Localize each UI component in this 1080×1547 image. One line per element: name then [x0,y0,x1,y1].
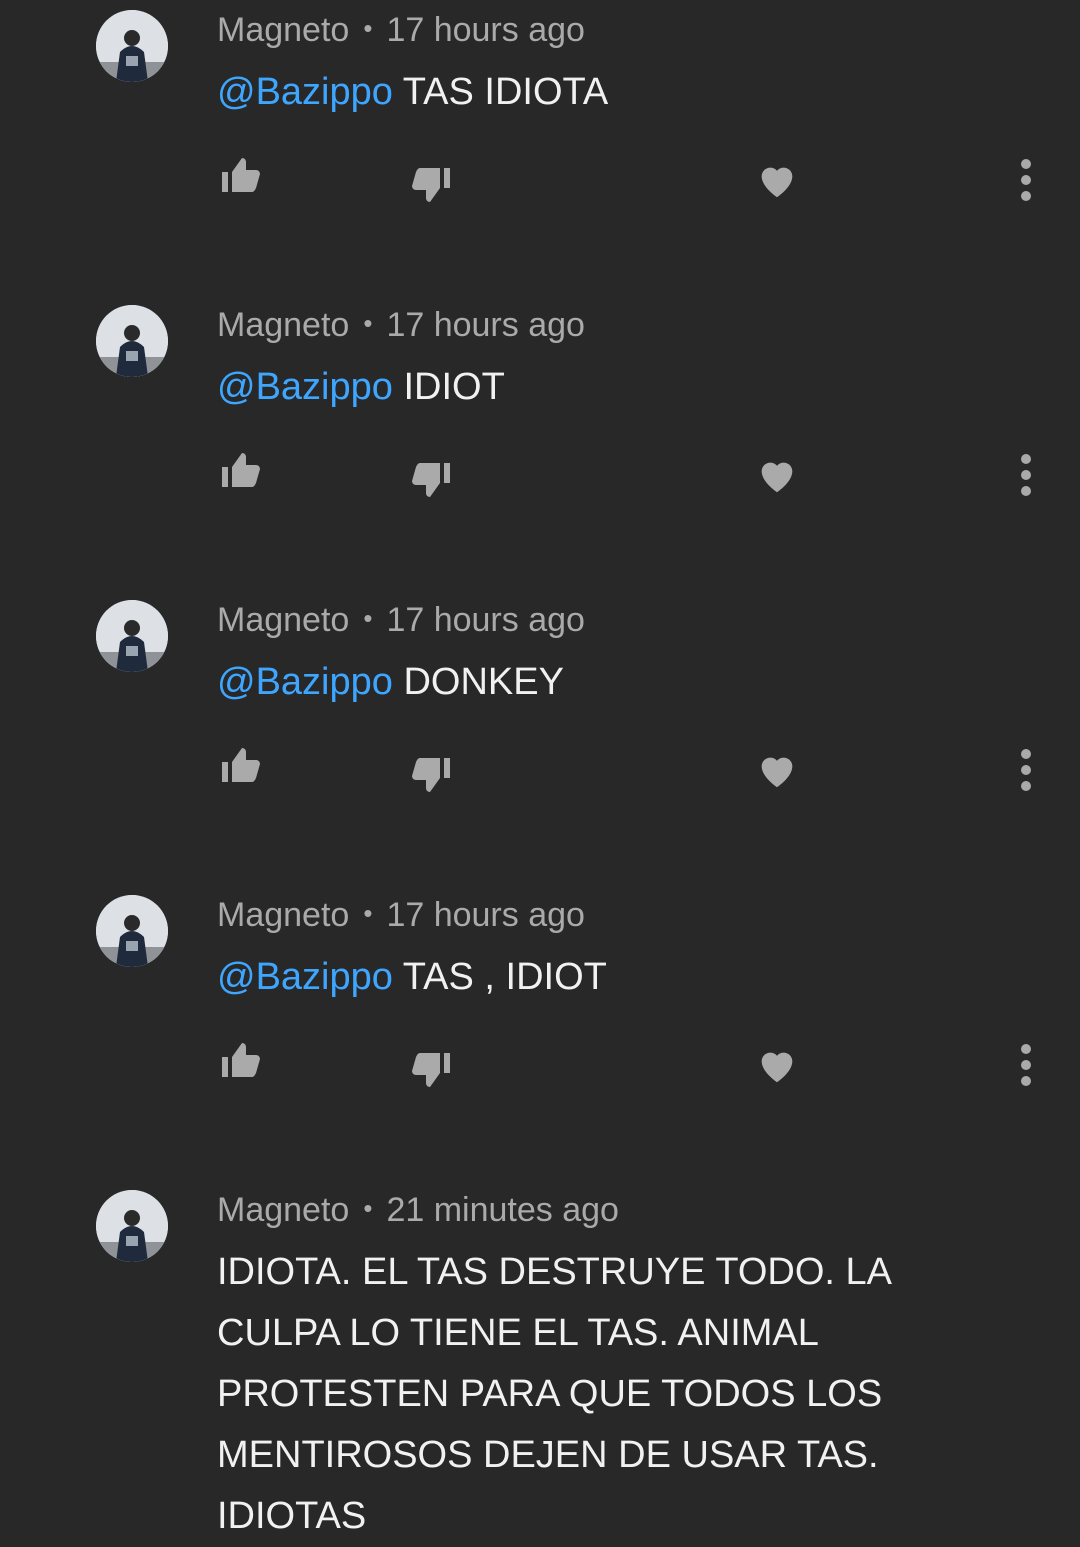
comment-time[interactable]: 17 hours ago [386,896,585,934]
avatar[interactable] [96,600,168,672]
thumbs-down-icon [412,168,450,202]
avatar[interactable] [96,10,168,82]
avatar-image [96,895,168,967]
thumbs-down-icon [412,758,450,792]
heart-button[interactable] [747,445,807,505]
separator-dot: • [363,603,373,633]
heart-icon [761,757,793,788]
comment-body: DONKEY [392,661,564,703]
avatar-image [96,305,168,377]
like-button[interactable] [210,146,270,206]
comment-body: IDIOTA. EL TAS DESTRUYE TODO. LA CULPA L… [217,1251,901,1537]
author-name[interactable]: Magneto [217,306,349,344]
mention-link[interactable]: @Bazippo [217,366,393,408]
more-options-button[interactable] [1000,1035,1052,1095]
more-options-button[interactable] [1000,150,1052,210]
mention-link[interactable]: @Bazippo [217,661,393,703]
author-name[interactable]: Magneto [217,1191,349,1229]
comment-meta: Magneto • 17 hours ago [217,598,585,644]
more-options-button[interactable] [1000,740,1052,800]
comment-meta: Magneto • 17 hours ago [217,303,585,349]
heart-button[interactable] [747,150,807,210]
mention-link[interactable]: @Bazippo [217,71,393,113]
comment-time[interactable]: 21 minutes ago [386,1191,619,1229]
like-button[interactable] [210,736,270,796]
avatar[interactable] [96,305,168,377]
comment-time[interactable]: 17 hours ago [386,11,585,49]
separator-dot: • [363,308,373,338]
comment-meta: Magneto • 21 minutes ago [217,1188,619,1234]
comment-text: IDIOTA. EL TAS DESTRUYE TODO. LA CULPA L… [217,1242,917,1547]
comment-actions [0,150,1080,220]
more-vert-icon [1021,454,1031,496]
more-vert-icon [1021,159,1031,201]
heart-icon [761,167,793,198]
author-name[interactable]: Magneto [217,601,349,639]
heart-button[interactable] [747,1035,807,1095]
thumbs-up-icon [222,453,260,487]
separator-dot: • [363,898,373,928]
comment-actions [0,740,1080,810]
avatar-image [96,1190,168,1262]
more-vert-icon [1021,1044,1031,1086]
comment-body: TAS , IDIOT [392,956,607,998]
thumbs-down-icon [412,1053,450,1087]
mention-link[interactable]: @Bazippo [217,956,393,998]
author-name[interactable]: Magneto [217,896,349,934]
dislike-button[interactable] [402,154,462,214]
avatar-image [96,10,168,82]
comment-time[interactable]: 17 hours ago [386,601,585,639]
author-name[interactable]: Magneto [217,11,349,49]
comment-body: TAS IDIOTA [392,71,609,113]
comment-body: IDIOT [392,366,505,408]
comment-text: @Bazippo TAS , IDIOT [217,947,937,1008]
separator-dot: • [363,13,373,43]
like-button[interactable] [210,441,270,501]
thumbs-down-icon [412,463,450,497]
avatar[interactable] [96,1190,168,1262]
thumbs-up-icon [222,1043,260,1077]
more-options-button[interactable] [1000,445,1052,505]
comment-text: @Bazippo IDIOT [217,357,937,418]
thumbs-up-icon [222,158,260,192]
comment-text: @Bazippo DONKEY [217,652,937,713]
avatar-image [96,600,168,672]
heart-icon [761,1052,793,1083]
dislike-button[interactable] [402,744,462,804]
heart-icon [761,462,793,493]
dislike-button[interactable] [402,1039,462,1099]
comment-actions [0,1035,1080,1105]
comment-meta: Magneto • 17 hours ago [217,8,585,54]
like-button[interactable] [210,1031,270,1091]
comment-text: @Bazippo TAS IDIOTA [217,62,937,123]
thumbs-up-icon [222,748,260,782]
comment-time[interactable]: 17 hours ago [386,306,585,344]
dislike-button[interactable] [402,449,462,509]
heart-button[interactable] [747,740,807,800]
avatar[interactable] [96,895,168,967]
separator-dot: • [363,1193,373,1223]
comment-meta: Magneto • 17 hours ago [217,893,585,939]
more-vert-icon [1021,749,1031,791]
comment-actions [0,445,1080,515]
